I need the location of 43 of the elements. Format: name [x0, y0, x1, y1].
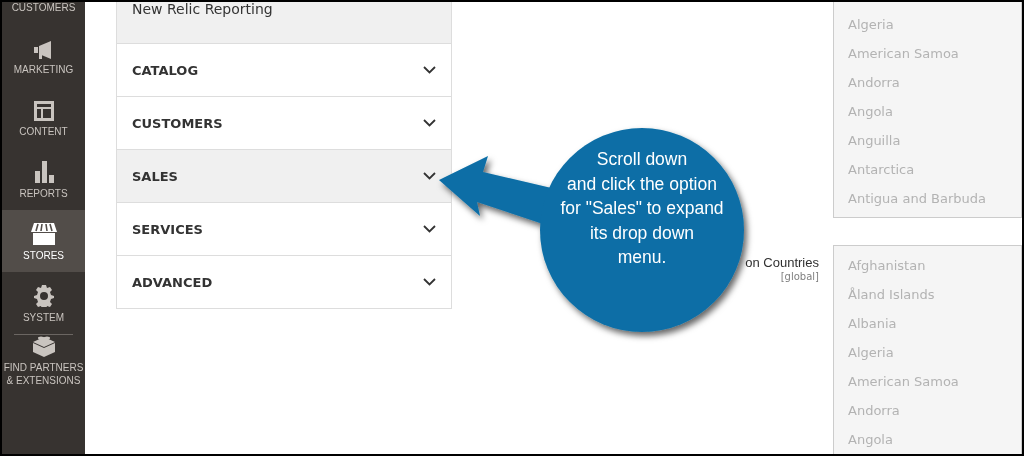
blocks-icon	[31, 335, 56, 357]
list-option[interactable]: Albania	[834, 309, 1021, 338]
list-option[interactable]: Anguilla	[834, 126, 1021, 155]
sidebar-item[interactable]: CUSTOMERS	[2, 2, 85, 24]
bar-chart-icon	[33, 161, 54, 183]
list-option[interactable]: Andorra	[834, 68, 1021, 97]
sidebar-item[interactable]: MARKETING	[2, 24, 85, 86]
list-option[interactable]: Algeria	[834, 10, 1021, 39]
multiselect-list[interactable]: Afghanistan Åland Islands Albania Algeria American Samoa Andorra Angola	[833, 245, 1022, 454]
storefront-icon	[30, 223, 57, 245]
chevron-down-icon	[423, 225, 436, 233]
list-option[interactable]: Antigua and Barbuda	[834, 184, 1021, 213]
scope-label: [global]	[780, 271, 819, 282]
list-option[interactable]: Antarctica	[834, 155, 1021, 184]
accordion-section[interactable]: ADVANCED	[116, 256, 452, 309]
sidebar-item[interactable]: CONTENT	[2, 86, 85, 148]
accordion-section[interactable]: SERVICES	[116, 203, 452, 256]
list-option[interactable]: American Samoa	[834, 39, 1021, 68]
list-option[interactable]: Afghanistan	[834, 251, 1021, 280]
list-option[interactable]: Åland Islands	[834, 280, 1021, 309]
chevron-down-icon	[423, 119, 436, 127]
list-option[interactable]: Andorra	[834, 396, 1021, 425]
field-label: on Countries	[745, 255, 819, 270]
list-option[interactable]: Angola	[834, 425, 1021, 454]
sidebar-item[interactable]: REPORTS	[2, 148, 85, 210]
accordion-section[interactable]: SALES	[116, 150, 452, 203]
chevron-down-icon	[423, 66, 436, 74]
accordion-header[interactable]: New Relic Reporting	[116, 2, 452, 44]
sidebar-item[interactable]: FIND PARTNERS & EXTENSIONS	[2, 335, 85, 397]
sidebar-item[interactable]: SYSTEM	[2, 272, 85, 334]
accordion-section[interactable]: CUSTOMERS	[116, 97, 452, 150]
chevron-down-icon	[423, 278, 436, 286]
list-option[interactable]: Angola	[834, 97, 1021, 126]
chevron-down-icon	[423, 172, 436, 180]
accordion-section[interactable]: CATALOG	[116, 44, 452, 97]
list-option[interactable]: Algeria	[834, 338, 1021, 367]
gear-icon	[32, 285, 55, 307]
callout-text: Scroll down and click the option for "Sales" to expand its drop down menu.	[559, 148, 725, 269]
section-title: New Relic Reporting	[132, 2, 273, 17]
sidebar-item[interactable]: STORES	[2, 210, 85, 272]
list-option[interactable]: American Samoa	[834, 367, 1021, 396]
layout-icon	[33, 101, 54, 121]
multiselect-list[interactable]: Algeria American Samoa Andorra Angola Anguilla Antarctica Antigua and Barbuda	[833, 2, 1022, 218]
